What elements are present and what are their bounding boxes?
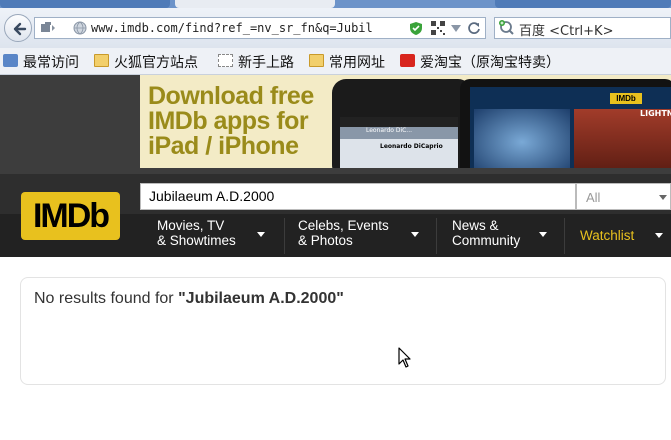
nav-watchlist[interactable]: Watchlist [580,228,671,264]
nav-divider [284,218,285,254]
tab-strip [0,0,671,8]
results-prefix: No results found for [34,290,179,307]
bookmarks-toolbar: 最常访问 火狐官方站点 新手上路 常用网址 爱淘宝（原淘宝特卖） [0,48,671,75]
nav-label: Celebs, Events [298,218,389,233]
nav-label: & Photos [298,233,353,248]
imdb-search-input[interactable]: Jubilaeum A.D.2000 [140,183,576,210]
tablet-imdb-logo: IMDb [610,93,642,104]
phone-screen-title: Leonardo DiC... [366,127,413,134]
ad-headline: Download free IMDb apps for iPad / iPhon… [148,84,338,159]
tablet-movie-tile [474,109,570,168]
bookmark-label: 新手上路 [238,55,294,71]
nav-news-community[interactable]: News & Community [452,218,552,254]
phone-screen: Leonardo DiC... Leonardo DiCaprio [340,117,458,168]
chevron-down-icon [257,232,265,237]
nav-divider [564,218,565,254]
imdb-logo[interactable]: IMDb [21,192,120,240]
page-icon [218,54,233,67]
qr-code-icon[interactable] [431,21,445,35]
back-arrow-icon [13,22,27,36]
search-results-panel: No results found for "Jubilaeum A.D.2000… [20,277,666,385]
no-results-message: No results found for "Jubilaeum A.D.2000… [34,290,344,308]
browser-tab[interactable] [495,0,671,8]
ipad-image: IMDb LIGHTNING I [460,79,671,168]
identity-icon[interactable] [39,20,55,36]
security-shield-icon[interactable] [409,21,423,36]
bookmark-label: 常用网址 [329,55,385,71]
back-button[interactable] [4,14,32,42]
imdb-apps-ad[interactable]: Download free IMDb apps for iPad / iPhon… [140,75,671,168]
ad-region: Download free IMDb apps for iPad / iPhon… [0,75,671,174]
reload-icon[interactable] [467,21,481,35]
address-bar[interactable]: www.imdb.com/find?ref_=nv_sr_fn&q=Jubil [34,17,486,39]
nav-label: Movies, TV [157,218,225,233]
web-search-placeholder: 百度 <Ctrl+K> [519,24,614,39]
phone-screen-caption: Leonardo DiCaprio [380,143,443,150]
mouse-cursor-icon [398,347,411,368]
folder-icon [309,54,324,67]
ad-line: iPad / iPhone [148,132,299,160]
nav-divider [436,218,437,254]
chevron-down-icon [411,232,419,237]
web-search-box[interactable]: 百度 <Ctrl+K> [494,17,671,39]
bookmark-label: 爱淘宝（原淘宝特卖） [420,55,560,71]
chevron-down-icon [655,233,663,238]
search-folder-icon [3,54,18,67]
url-text: www.imdb.com/find?ref_=nv_sr_fn&q=Jubil [91,21,373,35]
taobao-icon [400,54,415,67]
url-dropdown-icon[interactable] [451,25,461,32]
ad-line: Download free [148,82,314,110]
browser-tab[interactable] [0,0,170,8]
folder-icon [94,54,109,67]
browser-tab-active[interactable] [175,0,335,8]
chevron-down-icon [539,232,547,237]
bookmark-label: 火狐官方站点 [114,55,198,71]
iphone-image: Leonardo DiC... Leonardo DiCaprio [332,79,472,168]
search-engine-icon[interactable] [499,20,515,36]
browser-toolbar: www.imdb.com/find?ref_=nv_sr_fn&q=Jubil … [0,8,671,49]
bookmark-label: 最常访问 [23,55,79,71]
ad-line: IMDb apps for [148,107,309,135]
tablet-screen: IMDb LIGHTNING I [470,87,671,168]
search-category-select[interactable]: All [576,183,671,210]
nav-label: Community [452,233,521,248]
imdb-header: IMDb Jubilaeum A.D.2000 All Movies, TV &… [0,174,671,257]
category-label: All [586,190,601,205]
chevron-down-icon [659,195,667,200]
results-query: "Jubilaeum A.D.2000" [178,290,344,307]
nav-celebs-events[interactable]: Celebs, Events & Photos [298,218,428,254]
nav-label: News & [452,218,499,233]
globe-icon [73,21,87,35]
tablet-movie-title: LIGHTNING I [640,109,671,118]
nav-movies-tv[interactable]: Movies, TV & Showtimes [157,218,283,254]
